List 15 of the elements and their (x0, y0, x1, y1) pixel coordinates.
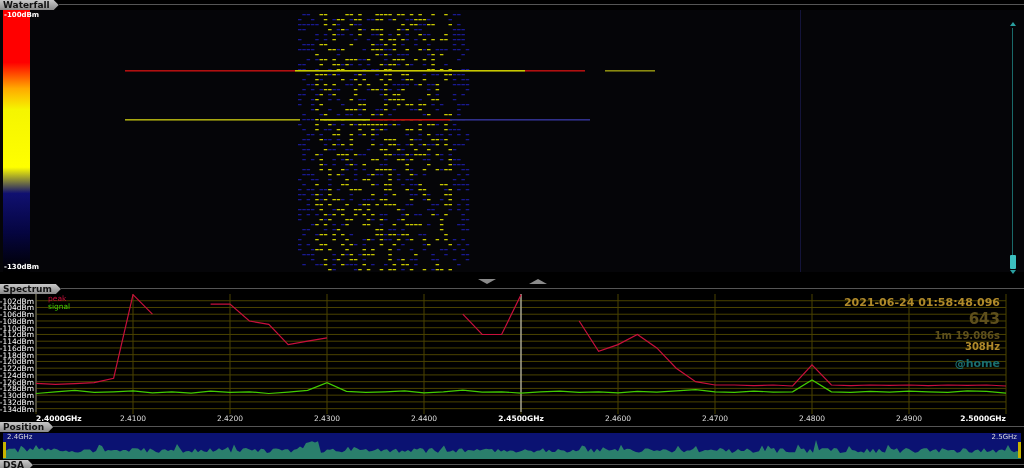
scrollbar-thumb[interactable] (1010, 255, 1016, 269)
scroll-down-icon[interactable] (1010, 270, 1016, 274)
resolution-text: 308Hz (964, 341, 1000, 352)
sweep-count: 643 (968, 310, 1000, 328)
timestamp-text: 2021-06-24 01:58:48.096 (843, 296, 1000, 309)
section-tab[interactable]: Waterfall (0, 0, 59, 10)
scroll-up-icon[interactable] (1010, 22, 1016, 26)
section-tab[interactable]: Position (0, 422, 54, 432)
scrollbar[interactable] (1010, 22, 1016, 274)
up-triangle-icon[interactable] (529, 279, 547, 284)
down-triangle-icon[interactable] (478, 279, 496, 284)
section-tab[interactable]: DSA (0, 460, 33, 468)
range-handle[interactable] (1018, 442, 1021, 458)
range-handle[interactable] (3, 442, 6, 458)
section-tab[interactable]: Spectrum (0, 284, 61, 294)
